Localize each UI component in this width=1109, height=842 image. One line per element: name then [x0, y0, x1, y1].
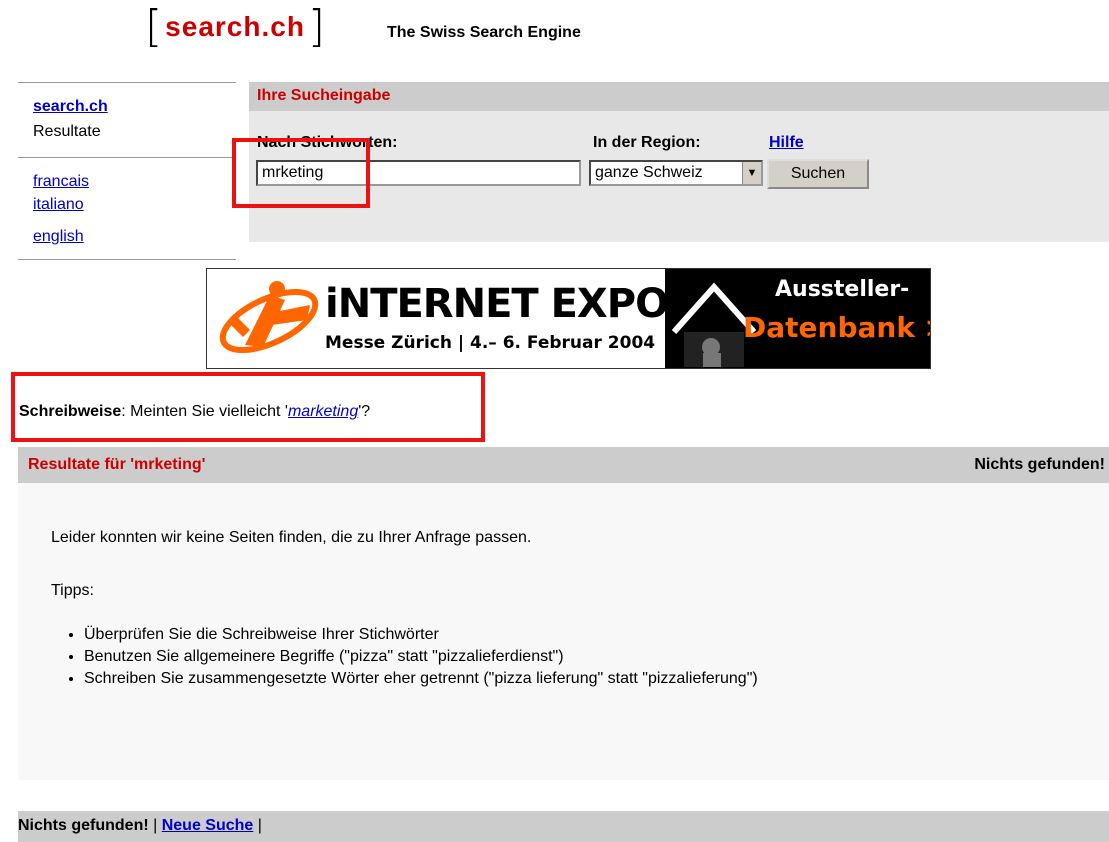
region-select[interactable]: ganze Schweiz ▼: [589, 160, 763, 186]
footer-text: Nichts gefunden! | Neue Suche |: [18, 817, 262, 834]
footer-bar: Nichts gefunden! | Neue Suche |: [18, 811, 1109, 842]
nav-lang-italiano[interactable]: italiano: [33, 196, 84, 214]
nav-lang-francais[interactable]: francais: [33, 173, 89, 191]
search-panel: Ihre Sucheingabe Nach Stichworten: In de…: [249, 82, 1109, 242]
tips-label: Tipps:: [51, 582, 94, 599]
nav-divider-top: [18, 82, 236, 83]
banner-exhibitor-panel: Aussteller- Datenbank >: [665, 269, 931, 368]
nav-divider-middle: [18, 157, 236, 158]
region-label: In der Region:: [593, 134, 701, 151]
nav-results-label: Resultate: [33, 123, 101, 140]
list-item: Schreiben Sie zusammengesetzte Wörter eh…: [84, 668, 758, 690]
banner-exhibitor-line2: Datenbank >: [743, 311, 931, 344]
logo-text: search.ch: [165, 11, 305, 42]
search-button[interactable]: Suchen: [767, 159, 869, 189]
list-item: Benutzen Sie allgemeinere Begriffe ("piz…: [84, 646, 758, 668]
results-title: Resultate für 'mrketing': [28, 456, 206, 473]
highlight-box-spelling: [11, 372, 485, 442]
site-logo[interactable]: [search.ch]: [145, 5, 325, 49]
no-results-message: Leider konnten wir keine Seiten finden, …: [51, 529, 532, 546]
footer-status: Nichts gefunden!: [18, 817, 149, 834]
chevron-down-icon[interactable]: ▼: [742, 162, 761, 184]
banner-exhibitor-line1: Aussteller-: [775, 277, 910, 302]
search-panel-header: Ihre Sucheingabe: [249, 82, 1109, 111]
nav-divider-bottom: [18, 259, 236, 260]
new-search-link[interactable]: Neue Suche: [162, 817, 254, 834]
list-item: Überprüfen Sie die Schreibweise Ihrer St…: [84, 624, 758, 646]
region-select-value: ganze Schweiz: [595, 164, 703, 181]
banner-subtitle: Messe Zürich | 4.– 6. Februar 2004: [325, 333, 656, 353]
expo-logo-icon: [219, 281, 319, 354]
results-body: Leider konnten wir keine Seiten finden, …: [18, 483, 1109, 780]
search-panel-title: Ihre Sucheingabe: [257, 87, 391, 104]
results-header-bar: Resultate für 'mrketing' Nichts gefunden…: [18, 447, 1109, 483]
help-link[interactable]: Hilfe: [769, 134, 804, 152]
site-tagline: The Swiss Search Engine: [387, 24, 581, 41]
results-status: Nichts gefunden!: [974, 456, 1105, 473]
nav-home-link[interactable]: search.ch: [33, 98, 108, 116]
highlight-box-input: [232, 138, 370, 208]
tips-list: Überprüfen Sie die Schreibweise Ihrer St…: [51, 624, 758, 690]
banner-ad[interactable]: iNTERNET EXPO 04 Messe Zürich | 4.– 6. F…: [206, 268, 931, 369]
nav-lang-english[interactable]: english: [33, 228, 84, 246]
